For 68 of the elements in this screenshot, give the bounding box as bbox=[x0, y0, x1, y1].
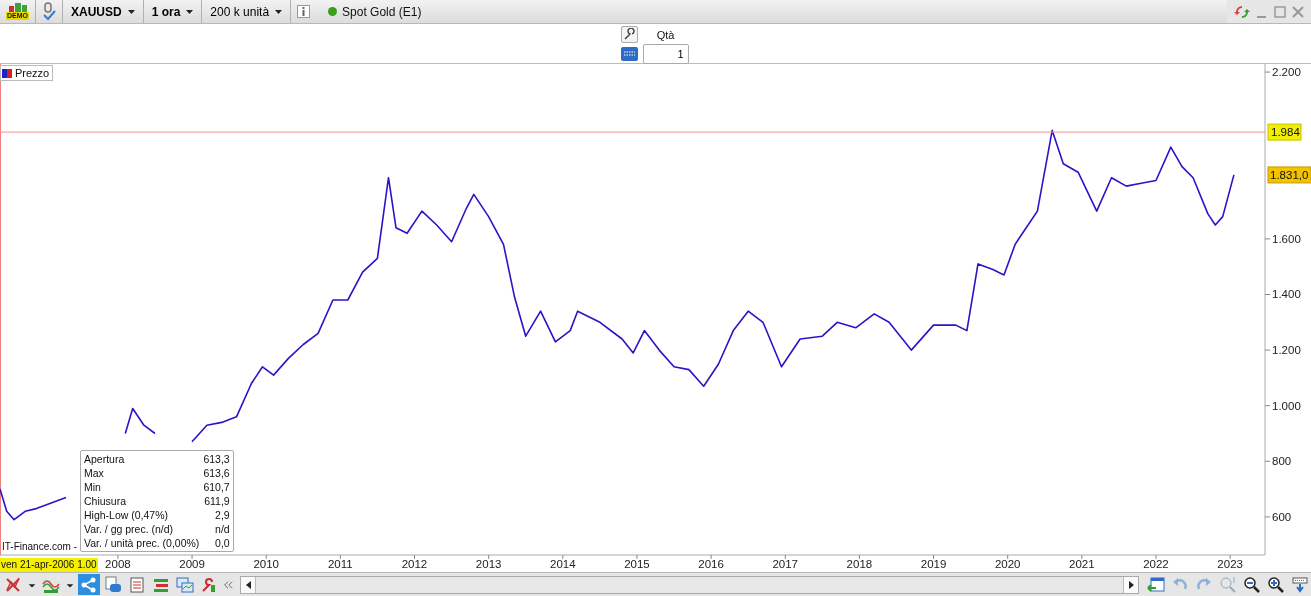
crosshair-date: ven 21-apr-2006 1.00 bbox=[0, 558, 98, 572]
tooltip-value: 0,0 bbox=[214, 536, 230, 550]
comment-icon[interactable] bbox=[102, 574, 124, 595]
axis-label: 2016 bbox=[698, 558, 724, 570]
instrument-name: Spot Gold (E1) bbox=[342, 4, 422, 19]
scroll-left-button[interactable] bbox=[241, 576, 255, 593]
axis-label: 2017 bbox=[772, 558, 799, 570]
tooltip-value: 611,9 bbox=[203, 494, 230, 508]
right-arrow-icon bbox=[1128, 580, 1134, 589]
source-text: IT-Finance.com - bbox=[2, 541, 78, 552]
tooltip-label: Chiusura bbox=[84, 494, 128, 508]
left-arrow-icon bbox=[245, 580, 251, 589]
axis-label: 2008 bbox=[105, 558, 131, 570]
axis-label: 2020 bbox=[994, 558, 1021, 570]
timeframe-dropdown[interactable]: 1 ora bbox=[149, 4, 196, 19]
axis-label: 2015 bbox=[624, 558, 650, 570]
legend-swatch-icon bbox=[2, 68, 12, 78]
close-button[interactable] bbox=[1291, 4, 1305, 19]
status-dot bbox=[328, 7, 338, 16]
tooltip-label: Var. / gg prec. (n/d) bbox=[84, 522, 175, 536]
caret-icon bbox=[127, 9, 135, 14]
axis-label: 2012 bbox=[401, 558, 428, 570]
symbol-dropdown[interactable]: XAUUSD bbox=[69, 4, 137, 19]
tooltip-label: Min bbox=[84, 480, 102, 494]
quantity-field[interactable]: 1 bbox=[642, 44, 689, 64]
axis-label: 1.200 bbox=[1272, 344, 1301, 357]
axis-label: 2019 bbox=[920, 558, 947, 570]
ref-line-label: 1.984 bbox=[1271, 126, 1301, 139]
axis-label: 2.200 bbox=[1272, 66, 1301, 79]
axis-label: 600 bbox=[1272, 510, 1292, 523]
tooltip-label: Max bbox=[84, 466, 105, 480]
axis-label: 2009 bbox=[179, 558, 205, 570]
axis-label: 2010 bbox=[253, 558, 279, 570]
scroll-right-button[interactable] bbox=[1124, 576, 1138, 593]
axis-label: 2021 bbox=[1069, 558, 1095, 570]
tooltip-value: 613,3 bbox=[203, 452, 230, 466]
price-level-label: 1.984 bbox=[1267, 123, 1302, 141]
minimize-icon bbox=[1257, 15, 1266, 18]
axis-label: 2013 bbox=[475, 558, 502, 570]
last-price-label: 1.831,0 bbox=[1267, 166, 1311, 184]
calendar-icon[interactable] bbox=[1145, 574, 1167, 595]
tooltip-value: n/d bbox=[214, 522, 230, 536]
axis-label: 800 bbox=[1272, 455, 1292, 468]
quantity-label: Qtà bbox=[656, 28, 675, 41]
axis-label: 2018 bbox=[846, 558, 873, 570]
windows-icon[interactable] bbox=[174, 574, 196, 595]
info-icon[interactable] bbox=[297, 5, 311, 18]
keyboard-icon[interactable] bbox=[620, 47, 638, 61]
tooltip-label: Var. / unità prec. (0,00%) bbox=[84, 536, 200, 550]
tooltip-value: 2,9 bbox=[214, 508, 230, 522]
axis-label: 2022 bbox=[1143, 558, 1169, 570]
download-icon[interactable] bbox=[1289, 574, 1311, 595]
legend-label: Prezzo bbox=[15, 67, 50, 79]
tooltip-label: High-Low (0,47%) bbox=[84, 508, 170, 522]
tooltip-label: Apertura bbox=[84, 452, 126, 466]
caret-icon bbox=[186, 9, 194, 14]
axis-label: 2011 bbox=[328, 558, 353, 570]
axis-label: 1.600 bbox=[1272, 232, 1301, 245]
axis-label: 2014 bbox=[550, 558, 576, 570]
caret-icon bbox=[275, 9, 283, 14]
refresh-icon[interactable] bbox=[1233, 3, 1251, 20]
axis-label: 1.400 bbox=[1272, 288, 1301, 301]
tooltip-value: 613,6 bbox=[203, 466, 230, 480]
link-icon[interactable] bbox=[42, 1, 56, 22]
tooltip-value: 610,7 bbox=[203, 480, 230, 494]
axis-label: 2023 bbox=[1217, 558, 1243, 570]
units-dropdown[interactable]: 200 k unità bbox=[208, 4, 285, 19]
axis-label: 1.000 bbox=[1272, 399, 1301, 412]
